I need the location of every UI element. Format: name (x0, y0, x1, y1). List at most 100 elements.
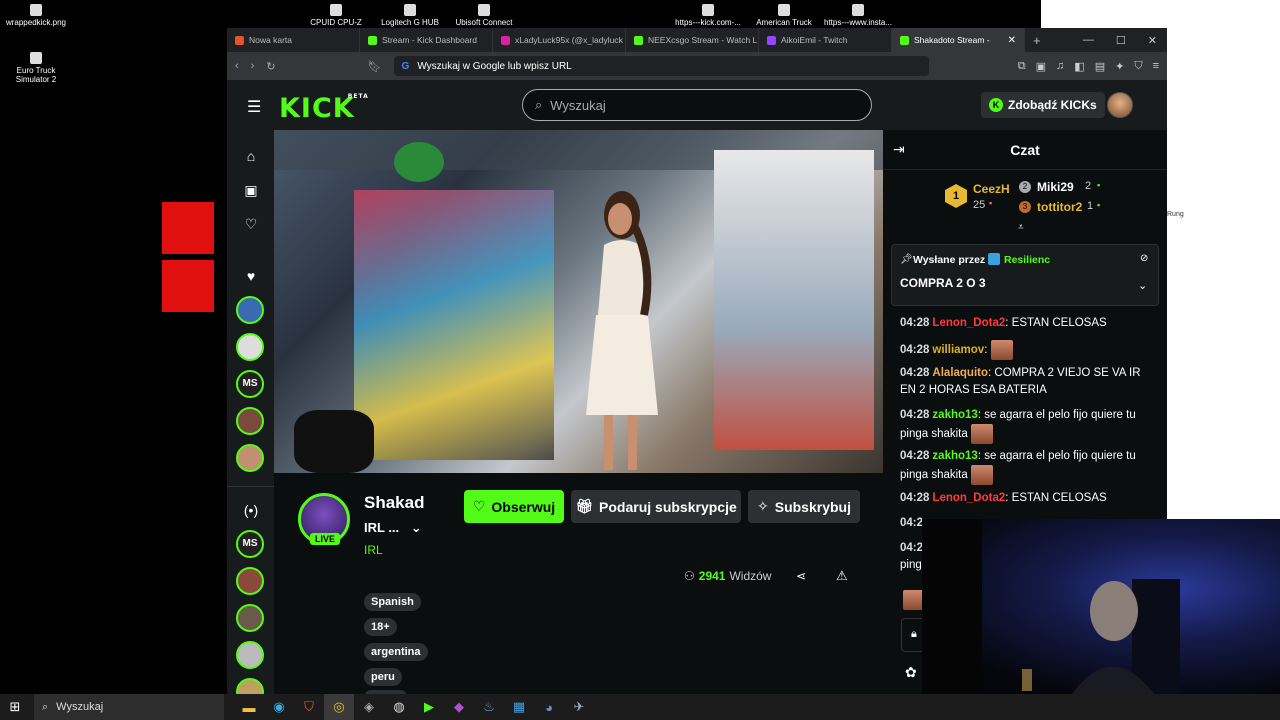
wallet-icon[interactable]: ▤ (1095, 60, 1105, 73)
chat-username[interactable]: zakho13 (932, 450, 977, 462)
forward-icon[interactable]: › (251, 60, 255, 72)
followed-channel-avatar[interactable] (236, 407, 264, 435)
subscribe-button[interactable]: ✧ Subskrybuj (748, 490, 860, 523)
gift-subs-button[interactable]: 🎁︎ Podaruj subskrypcje (571, 490, 741, 523)
webcam-overlay (922, 519, 1280, 694)
reload-icon[interactable]: ↻ (266, 60, 275, 73)
tag[interactable]: peru (364, 668, 402, 686)
recommended-channel-avatar[interactable]: MS (236, 530, 264, 558)
tab-kick-dashboard[interactable]: Stream - Kick Dashboard (360, 28, 493, 52)
followed-channel-avatar[interactable] (236, 333, 264, 361)
minimize-icon[interactable]: — (1083, 34, 1094, 47)
windows-start-icon[interactable]: ⊞ (0, 694, 30, 720)
favorites-icon[interactable]: ♥ (241, 268, 261, 284)
expand-leaderboard-icon[interactable]: ⩡ (1018, 222, 1024, 233)
channel-name[interactable]: Shakad (364, 493, 424, 513)
discord-icon[interactable]: ◕ (534, 694, 564, 720)
tab-twitch[interactable]: AikoiEmil - Twitch (759, 28, 892, 52)
user-avatar[interactable] (1107, 92, 1133, 118)
search-input[interactable]: ⌕ Wyszukaj (522, 89, 872, 121)
desktop-icon-insta-link[interactable]: https---www.insta... (822, 4, 894, 27)
url-input[interactable]: G Wyszukaj w Google lub wpisz URL (393, 56, 929, 76)
chrome-icon[interactable]: ◎ (324, 694, 354, 720)
chat-username[interactable]: zakho13 (932, 409, 977, 421)
tag[interactable]: argentina (364, 643, 428, 661)
desktop-icon-eurotruck[interactable]: Euro Truck Simulator 2 (0, 52, 72, 84)
brave-icon[interactable]: ⛉ (294, 694, 324, 720)
video-player[interactable] (274, 130, 883, 473)
close-tab-icon[interactable]: ✕ (1008, 35, 1016, 46)
music-icon[interactable]: ♫ (1056, 60, 1064, 73)
home-icon[interactable]: ⌂ (241, 148, 261, 164)
followed-channel-avatar[interactable] (236, 444, 264, 472)
desktop-icon-ubisoft[interactable]: Ubisoft Connect (448, 4, 520, 27)
follow-button[interactable]: ♡ Obserwuj (464, 490, 564, 523)
followed-channel-avatar[interactable]: MS (236, 370, 264, 398)
menu-icon[interactable]: ≡ (1153, 60, 1159, 73)
kick-logo[interactable]: KICK BETA (279, 93, 368, 124)
extension-icon[interactable]: ⧉ (1018, 60, 1026, 73)
chat-username[interactable]: williamov (932, 344, 984, 356)
maximize-icon[interactable]: ☐ (1116, 34, 1126, 47)
viewer-number: 2941 (698, 569, 726, 583)
tag[interactable]: Spanish (364, 593, 421, 611)
shield-icon[interactable]: ⛉ (1134, 60, 1142, 73)
tab-instagram[interactable]: xLadyLuck95x (@x_ladyluck (493, 28, 626, 52)
sidebar-toggle-icon[interactable]: ◧ (1074, 60, 1084, 73)
live-channels-icon[interactable]: (•) (241, 502, 261, 518)
kick-icon (368, 35, 377, 45)
app-icon[interactable]: ◈ (354, 694, 384, 720)
get-kicks-button[interactable]: K Zdobądź KICKs (981, 92, 1105, 118)
followed-channel-avatar[interactable] (236, 296, 264, 324)
tab-label: NEEXcsgo Stream - Watch L (648, 35, 758, 45)
share-icon[interactable]: ⋖ (796, 569, 806, 583)
recommended-channel-avatar[interactable] (236, 604, 264, 632)
ai-icon[interactable]: ✦ (1115, 60, 1124, 73)
obs-icon[interactable]: ◍ (384, 694, 414, 720)
close-window-icon[interactable]: ✕ (1148, 34, 1157, 47)
leader-count: 25 (973, 199, 986, 211)
emote-picker-icon[interactable]: ✿ (905, 664, 917, 681)
app-icon[interactable]: ▶ (414, 694, 444, 720)
screenshot-icon[interactable]: ▣ (1036, 60, 1046, 73)
desktop-icon-ghub[interactable]: Logitech G HUB (374, 4, 446, 27)
gift-label: Podaruj subskrypcje (599, 498, 737, 515)
taskbar-search[interactable]: ⌕ Wyszukaj (34, 694, 224, 720)
chat-username[interactable]: Lenon_Dota2 (932, 317, 1005, 329)
chevron-down-icon[interactable]: ⌄ (411, 520, 422, 535)
browse-icon[interactable]: ▣ (241, 182, 261, 199)
tab-shakadoto[interactable]: Shakadoto Stream - ✕ (892, 28, 1025, 52)
hamburger-menu-icon[interactable]: ☰ (247, 97, 261, 117)
tab-new[interactable]: Nowa karta (227, 28, 360, 52)
desktop-icon-wrappedkick[interactable]: wrappedkick.png (0, 4, 72, 27)
leader-name[interactable]: tottitor2 (1037, 200, 1082, 214)
bookmark-icon[interactable]: 🔖︎ (368, 60, 382, 73)
tab-neexcsgo[interactable]: NEEXcsgo Stream - Watch L (626, 28, 759, 52)
new-tab-button[interactable]: + (1025, 33, 1049, 48)
file-explorer-icon[interactable]: ▬ (234, 694, 264, 720)
pinned-user[interactable]: Resilienc (1004, 254, 1050, 266)
twitch-icon (767, 35, 776, 45)
chevron-down-icon[interactable]: ⌄ (1138, 279, 1147, 292)
desktop-icon-cpuz[interactable]: CPUID CPU-Z (300, 4, 372, 27)
steam-icon[interactable]: ♨ (474, 694, 504, 720)
recommended-channel-avatar[interactable] (236, 567, 264, 595)
hide-pinned-icon[interactable]: ⊘ (1140, 253, 1148, 264)
tag[interactable]: 18+ (364, 618, 397, 636)
chat-username[interactable]: Lenon_Dota2 (932, 492, 1005, 504)
leader-name[interactable]: Miki29 (1037, 180, 1074, 194)
category-link[interactable]: IRL (364, 543, 383, 557)
app-icon[interactable]: ▦ (504, 694, 534, 720)
edge-icon[interactable]: ◉ (264, 694, 294, 720)
desktop-icon-ats[interactable]: American Truck (748, 4, 820, 27)
leader-name[interactable]: CeezH (973, 182, 1010, 196)
app-icon[interactable]: ✈ (564, 694, 594, 720)
app-icon[interactable]: ◆ (444, 694, 474, 720)
desktop-icon-kick-link[interactable]: https---kick.com-... (672, 4, 744, 27)
following-icon[interactable]: ♡ (241, 216, 261, 233)
chat-username[interactable]: Alalaquito (932, 367, 988, 379)
back-icon[interactable]: ‹ (235, 60, 239, 72)
recommended-channel-avatar[interactable] (236, 641, 264, 669)
left-sidebar: ⌂ ▣ ♡ ♥ MS (•) MS (227, 130, 274, 706)
report-icon[interactable]: ⚠ (836, 568, 848, 584)
